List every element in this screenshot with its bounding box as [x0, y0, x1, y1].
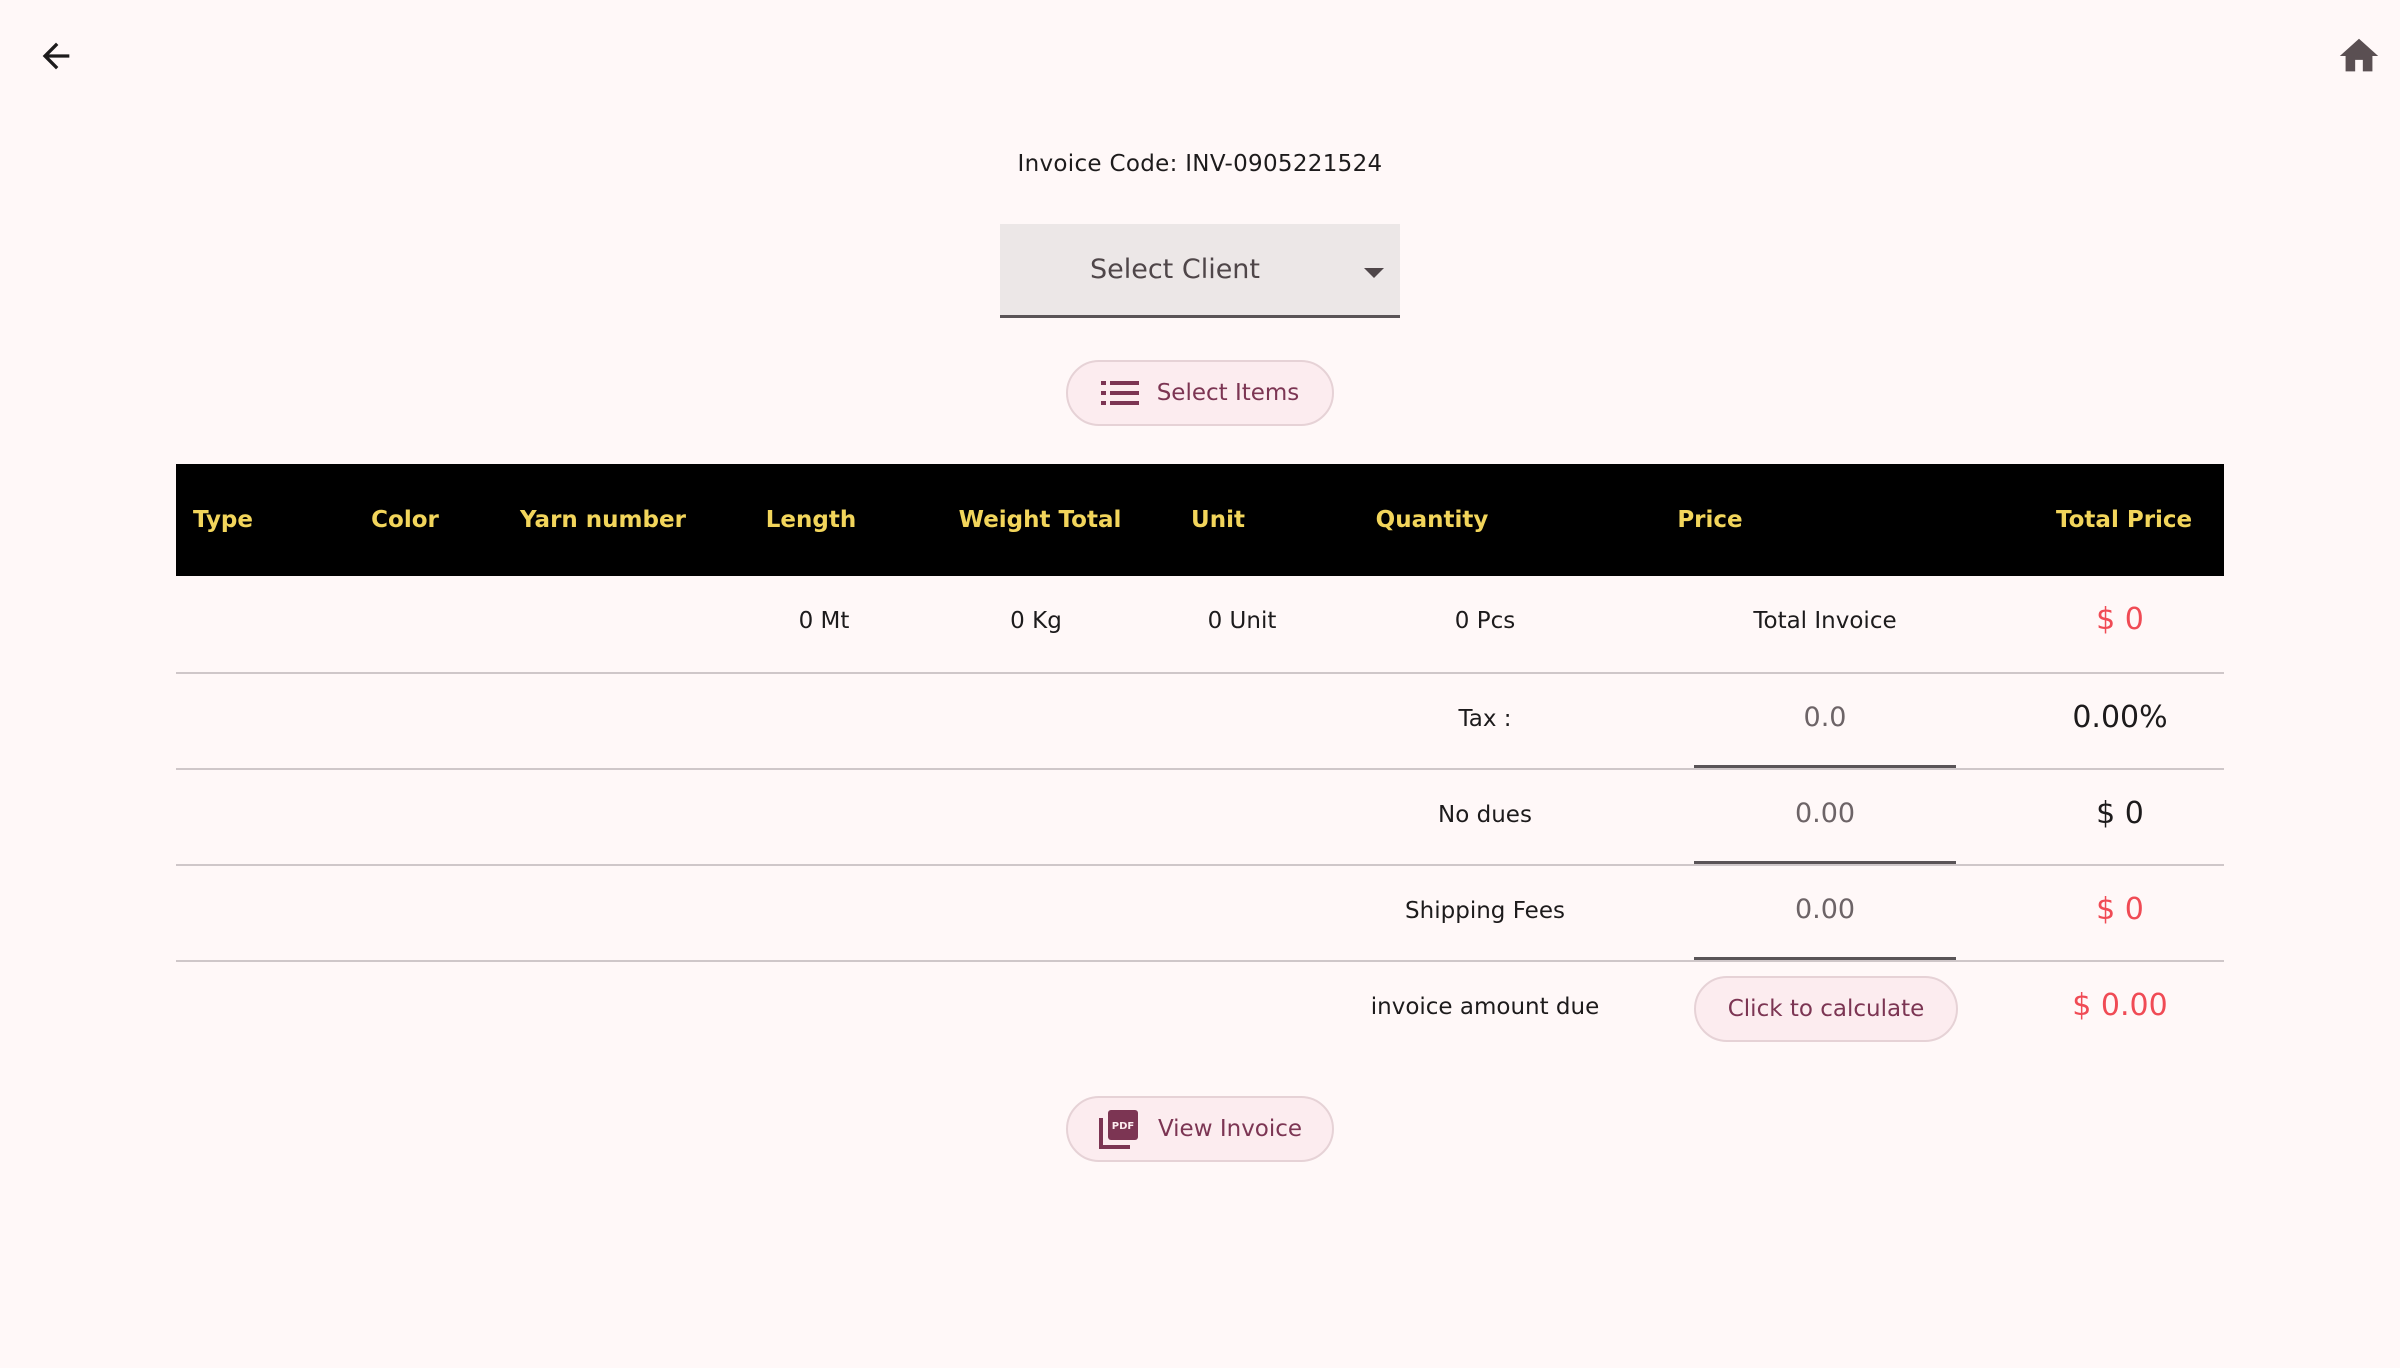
svg-text:PDF: PDF — [1112, 1121, 1134, 1132]
total-unit: 0 Unit — [1207, 608, 1277, 634]
amount-due-result: $ 0.00 — [2072, 988, 2168, 1023]
client-select-label: Select Client — [1089, 254, 1261, 285]
total-weight: 0 Kg — [1010, 608, 1062, 634]
tax-result: 0.00% — [2072, 700, 2168, 735]
total-invoice-label: Total Invoice — [1753, 608, 1897, 634]
column-header-total-price: Total Price — [2056, 507, 2193, 533]
column-header-yarn-number: Yarn number — [520, 507, 686, 533]
chevron-down-icon — [1364, 268, 1384, 278]
column-header-price: Price — [1677, 507, 1743, 533]
arrow-left-icon — [42, 42, 70, 70]
shipping-input[interactable]: 0.00 — [1694, 864, 1956, 960]
pdf-icon: PDF — [1098, 1108, 1140, 1150]
home-button[interactable] — [2326, 24, 2392, 88]
client-select[interactable]: Select Client — [1000, 224, 1400, 318]
total-length: 0 Mt — [798, 608, 850, 634]
dues-input[interactable]: 0.00 — [1694, 768, 1956, 864]
view-invoice-button[interactable]: PDF View Invoice — [1066, 1096, 1334, 1162]
shipping-label: Shipping Fees — [1405, 898, 1565, 924]
column-header-unit: Unit — [1191, 507, 1245, 533]
calculate-button-label: Click to calculate — [1727, 996, 1925, 1022]
invoice-code: Invoice Code: INV-0905221524 — [1017, 151, 1383, 177]
total-invoice-value: $ 0 — [2096, 602, 2144, 637]
select-items-label: Select Items — [1156, 380, 1300, 406]
column-header-type: Type — [192, 507, 253, 533]
column-header-length: Length — [765, 507, 857, 533]
back-button[interactable] — [24, 24, 88, 88]
total-quantity: 0 Pcs — [1454, 608, 1516, 634]
amount-due-label: invoice amount due — [1370, 994, 1600, 1020]
shipping-result: $ 0 — [2096, 892, 2144, 927]
select-items-button[interactable]: Select Items — [1066, 360, 1334, 426]
table-header: Type Color Yarn number Length Weight Tot… — [176, 464, 2224, 576]
row-divider — [176, 960, 2224, 962]
home-icon — [2339, 38, 2379, 72]
dues-label: No dues — [1438, 802, 1532, 828]
dues-input-value: 0.00 — [1794, 798, 1856, 829]
tax-input[interactable]: 0.0 — [1694, 672, 1956, 768]
column-header-weight-total: Weight Total — [958, 507, 1122, 533]
calculate-button[interactable]: Click to calculate — [1694, 976, 1958, 1042]
list-icon — [1100, 380, 1139, 406]
tax-input-value: 0.0 — [1803, 702, 1847, 733]
column-header-quantity: Quantity — [1375, 507, 1489, 533]
view-invoice-label: View Invoice — [1157, 1116, 1303, 1142]
column-header-color: Color — [371, 507, 439, 533]
dues-result: $ 0 — [2096, 796, 2144, 831]
shipping-input-value: 0.00 — [1794, 894, 1856, 925]
tax-label: Tax : — [1458, 706, 1512, 732]
